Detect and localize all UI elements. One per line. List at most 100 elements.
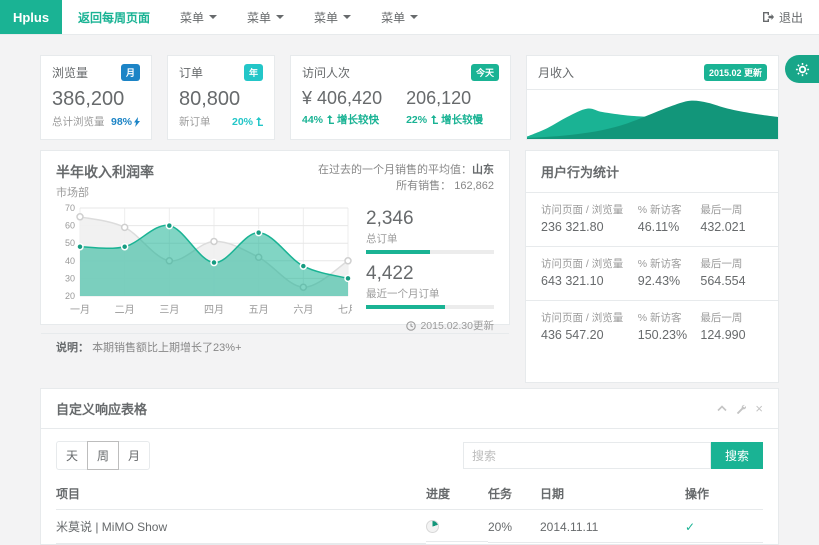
behavior-value: 46.11%	[638, 220, 701, 234]
behavior-row: 访问页面 / 浏览量436 547.20 % 新访客150.23% 最后一周12…	[526, 301, 778, 354]
views-footer-label: 总计浏览量	[52, 114, 105, 129]
behavior-label: % 新访客	[638, 203, 701, 217]
views-value: 386,200	[52, 88, 140, 111]
caret-down-icon	[209, 15, 217, 19]
search-input[interactable]	[463, 442, 711, 469]
search-button[interactable]: 搜索	[711, 442, 763, 469]
behavior-value: 564.554	[700, 274, 763, 288]
behavior-label: % 新访客	[638, 257, 701, 271]
behavior-value: 236 321.80	[541, 220, 632, 234]
svg-text:50: 50	[65, 238, 75, 248]
behavior-value: 150.23%	[638, 328, 701, 342]
responsive-table-card: 自定义响应表格 × 天 周 月 搜索	[40, 388, 779, 545]
svg-text:五月: 五月	[249, 304, 269, 316]
table-card-title: 自定义响应表格	[56, 399, 147, 418]
behavior-label: 访问页面 / 浏览量	[541, 257, 632, 271]
total-sales-label: 所有销售：	[396, 180, 451, 192]
settings-button[interactable]	[736, 404, 746, 414]
views-period-badge: 月	[121, 64, 140, 81]
svg-text:四月: 四月	[204, 304, 224, 316]
date-cell: 2014.11.11	[540, 512, 685, 543]
behavior-card-title: 用户行为统计	[526, 151, 778, 193]
svg-text:二月: 二月	[115, 304, 135, 316]
nav-menu-3[interactable]: 菜单	[314, 9, 351, 26]
behavior-label: 访问页面 / 浏览量	[541, 311, 632, 325]
behavior-label: % 新访客	[638, 311, 701, 325]
svg-text:一月: 一月	[70, 304, 90, 316]
bolt-icon	[134, 117, 140, 127]
tab-day[interactable]: 天	[56, 441, 88, 470]
updated-label: 2015.02.30更新	[420, 318, 494, 333]
income-stat-card: 月收入 2015.02 更新	[526, 55, 779, 140]
orders-footer-label: 新订单	[179, 114, 211, 129]
caret-down-icon	[276, 15, 284, 19]
orders-period-badge: 年	[244, 64, 263, 81]
svg-text:20: 20	[65, 291, 75, 301]
logout-label: 退出	[779, 9, 803, 26]
behavior-row: 访问页面 / 浏览量 643 321.10 % 新访客 92.43% 最后一周 564…	[526, 247, 778, 301]
tab-month[interactable]: 月	[118, 441, 150, 470]
footnote-label: 说明：	[56, 342, 89, 354]
behavior-row: 访问页面 / 浏览量236 321.80 % 新访客46.11% 最后一周432…	[526, 193, 778, 247]
tab-week[interactable]: 周	[87, 441, 119, 470]
close-icon[interactable]: ×	[755, 404, 763, 414]
nav-menu-4[interactable]: 菜单	[381, 9, 418, 26]
table-row-section: 自定义响应表格 × 天 周 月 搜索	[40, 388, 779, 545]
views-card-title: 浏览量	[52, 64, 88, 81]
sales-summary: 在过去的一个月销售的平均值：山东 所有销售： 162,862	[318, 162, 494, 200]
task-cell: 20%	[488, 512, 540, 543]
avg-sales-value: 山东	[472, 164, 494, 176]
table-header-row: 项目 进度 任务 日期 操作	[56, 480, 763, 510]
svg-text:七月: 七月	[338, 304, 352, 316]
brand-logo[interactable]: Hplus	[0, 0, 62, 34]
collapse-button[interactable]	[717, 405, 727, 412]
nav-links: 返回每周页面 菜单 菜单 菜单 菜单	[62, 0, 418, 34]
orders-month-label: 最近一个月订单	[366, 286, 494, 301]
footnote-text: 本期销售额比上期增长了23%+	[92, 342, 241, 354]
monthly-income-chart	[527, 90, 778, 139]
behavior-label: 最后一周	[700, 257, 763, 271]
middle-row: 半年收入利润率 市场部 在过去的一个月销售的平均值：山东 所有销售： 162,8…	[40, 150, 779, 383]
nav-menu-2[interactable]: 菜单	[247, 9, 284, 26]
svg-text:60: 60	[65, 221, 75, 231]
caret-down-icon	[343, 15, 351, 19]
behavior-value: 643 321.10	[541, 274, 632, 288]
logout-button[interactable]: 退出	[762, 0, 819, 34]
search-group: 搜索	[463, 442, 763, 469]
visits-right-stat: 206,120 22% 增长较慢	[406, 81, 483, 127]
orders-value: 80,800	[179, 88, 263, 111]
progress-pie-icon	[426, 520, 439, 533]
nav-menu-1[interactable]: 菜单	[180, 9, 217, 26]
visits-left-stat: ¥ 406,420 44% 增长较快	[302, 81, 382, 127]
visits-left-value: ¥ 406,420	[302, 88, 382, 109]
projects-table: 项目 进度 任务 日期 操作 米莫说 | MiMO Show 20% 2014.…	[56, 480, 763, 544]
svg-text:六月: 六月	[293, 304, 313, 316]
clock-icon	[406, 321, 416, 331]
income-updated-badge: 2015.02 更新	[704, 64, 767, 81]
total-sales-value: 162,862	[454, 180, 494, 192]
views-percent: 98%	[111, 116, 132, 128]
table-row[interactable]: 米莫说 | MiMO Show 20% 2014.11.11 ✓	[56, 510, 763, 544]
income-card-title: 月收入	[538, 64, 574, 81]
behavior-value: 124.990	[700, 328, 763, 342]
nav-home-link[interactable]: 返回每周页面	[78, 9, 150, 26]
behavior-value: 92.43%	[638, 274, 701, 288]
level-up-icon	[326, 115, 334, 124]
profit-footnote: 说明： 本期销售额比上期增长了23%+	[41, 333, 509, 360]
wrench-icon	[736, 404, 746, 414]
orders-card-title: 订单	[179, 64, 203, 81]
profit-chart-card: 半年收入利润率 市场部 在过去的一个月销售的平均值：山东 所有销售： 162,8…	[40, 150, 510, 325]
settings-toggle-button[interactable]	[785, 55, 819, 83]
visits-card-title: 访问人次	[302, 64, 350, 81]
svg-text:70: 70	[65, 203, 75, 213]
visits-left-trend: 增长较快	[337, 112, 379, 127]
orders-stat-card: 订单 年 80,800 新订单 20%	[167, 55, 275, 140]
orders-month-value: 4,422	[366, 263, 494, 285]
order-stats: 2,346 总订单 4,422 最近一个月订单 2015.02.30更新	[366, 202, 494, 333]
behavior-value: 432.021	[700, 220, 763, 234]
visits-stat-card: 访问人次 今天 ¥ 406,420 44% 增长较快 206,120 22%	[290, 55, 511, 140]
behavior-value: 436 547.20	[541, 328, 632, 342]
col-header-action: 操作	[685, 480, 763, 510]
project-cell: 米莫说 | MiMO Show	[56, 510, 426, 544]
profit-card-title: 半年收入利润率	[56, 162, 154, 182]
